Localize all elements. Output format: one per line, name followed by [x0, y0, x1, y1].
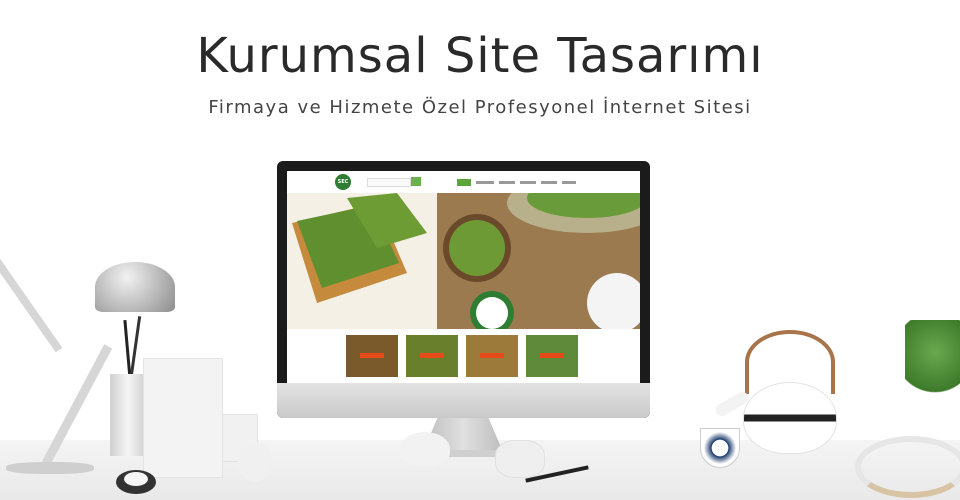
potted-plant	[905, 320, 960, 400]
panda-figurine	[116, 470, 156, 494]
lamp-base	[6, 462, 94, 474]
lamp-arm-upper	[0, 257, 63, 353]
thumbnail-label	[360, 353, 384, 358]
mini-menu-item	[476, 181, 494, 184]
product-thumbnail	[406, 335, 458, 377]
monitor-chin	[277, 383, 650, 418]
mini-site-logo: SEC	[335, 174, 351, 190]
mini-menu-item	[562, 181, 576, 184]
product-thumbnail	[466, 335, 518, 377]
page-title: Kurumsal Site Tasarımı	[196, 28, 764, 84]
ceramic-bird	[400, 432, 450, 466]
thumbnail-label	[480, 353, 504, 358]
mini-menu-item	[499, 181, 515, 184]
mini-menu	[457, 179, 576, 186]
mini-site-hero-image	[287, 173, 640, 335]
mini-menu-item	[520, 181, 536, 184]
imac-monitor: SEC	[277, 161, 650, 418]
metal-pen-cup	[110, 374, 146, 456]
teapot	[743, 382, 837, 454]
pistachio-baklava-image	[287, 173, 640, 335]
mini-search-button	[411, 177, 421, 186]
crumpled-paper	[495, 440, 545, 478]
thumbnail-label	[540, 353, 564, 358]
headphones	[855, 436, 960, 498]
monitor-screen: SEC	[287, 171, 640, 383]
mini-menu-item	[457, 179, 471, 186]
pencil	[129, 316, 142, 376]
mini-site-navbar: SEC	[287, 171, 640, 194]
product-thumbnail	[526, 335, 578, 377]
mini-search-input	[367, 178, 411, 187]
product-thumbnail	[346, 335, 398, 377]
ceramic-egg	[238, 442, 272, 482]
lamp-head	[95, 262, 175, 312]
mini-site-product-thumbnails	[346, 335, 586, 377]
mini-menu-item	[541, 181, 557, 184]
white-pen-holder	[143, 358, 223, 478]
thumbnail-label	[420, 353, 444, 358]
page-subtitle: Firmaya ve Hizmete Özel Profesyonel İnte…	[208, 97, 752, 118]
blue-pattern-cup	[700, 428, 740, 468]
